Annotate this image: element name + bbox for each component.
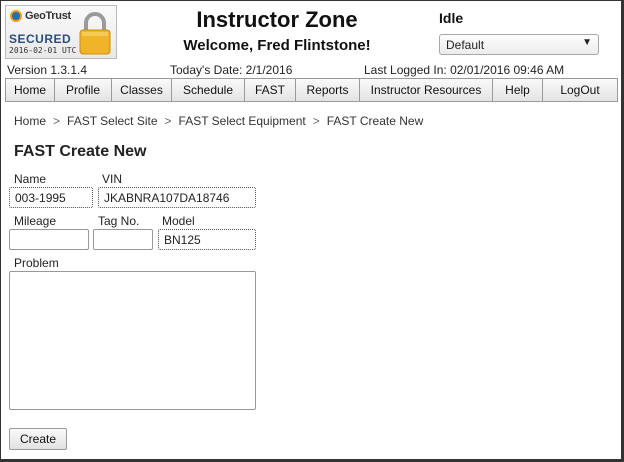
status-text: Idle [439,10,464,26]
vin-field[interactable] [98,187,256,208]
profile-select-value: Default [446,38,485,52]
breadcrumb: Home > FAST Select Site > FAST Select Equipm… [14,114,423,128]
breadcrumb-home[interactable]: Home [14,114,46,128]
breadcrumb-separator: > [312,114,320,128]
chevron-down-icon: ▼ [582,37,592,48]
geotrust-badge-icon [10,10,22,22]
seal-brand: GeoTrust [25,10,71,22]
welcome-message: Welcome, Fred Flintstone! [183,37,371,54]
seal-secured-text: SECURED [9,32,72,46]
nav-classes[interactable]: Classes [112,79,172,101]
main-nav: Home Profile Classes Schedule FAST Repor… [5,78,618,102]
name-label: Name [14,172,47,186]
nav-schedule[interactable]: Schedule [172,79,245,101]
tag-no-input[interactable] [93,229,153,250]
nav-instructor-resources[interactable]: Instructor Resources [360,79,493,101]
problem-textarea[interactable] [9,271,256,410]
nav-help[interactable]: Help [493,79,543,101]
model-label: Model [162,214,195,228]
breadcrumb-separator: > [53,114,61,128]
vin-label: VIN [102,172,123,186]
mileage-input[interactable] [9,229,89,250]
model-field[interactable] [158,229,256,250]
page-header-title: Instructor Zone [196,7,358,32]
mileage-label: Mileage [14,214,57,228]
tag-no-label: Tag No. [98,214,140,228]
app-window: GeoTrust SECURED 2016-02-01 UTC Instruct… [0,0,624,462]
problem-label: Problem [14,256,59,270]
nav-fast[interactable]: FAST [245,79,296,101]
padlock-icon [79,12,111,55]
nav-home[interactable]: Home [6,79,55,101]
name-field[interactable] [9,187,93,208]
seal-date: 2016-02-01 UTC [9,46,77,55]
create-button[interactable]: Create [9,428,67,450]
nav-profile[interactable]: Profile [55,79,112,101]
profile-select[interactable]: Default ▼ [439,34,599,55]
breadcrumb-separator: > [164,114,172,128]
breadcrumb-fast-select-site[interactable]: FAST Select Site [67,114,158,128]
nav-reports[interactable]: Reports [296,79,360,101]
form-title: FAST Create New [14,143,147,160]
last-logged-in: Last Logged In: 02/01/2016 09:46 AM [364,63,565,77]
version-text: Version 1.3.1.4 [7,63,88,77]
nav-logout[interactable]: LogOut [543,79,617,101]
todays-date: Today's Date: 2/1/2016 [170,63,293,77]
breadcrumb-fast-select-equipment[interactable]: FAST Select Equipment [179,114,306,128]
geotrust-logo: GeoTrust [10,10,71,22]
breadcrumb-current: FAST Create New [326,114,424,128]
security-seal[interactable]: GeoTrust SECURED 2016-02-01 UTC [5,5,117,59]
